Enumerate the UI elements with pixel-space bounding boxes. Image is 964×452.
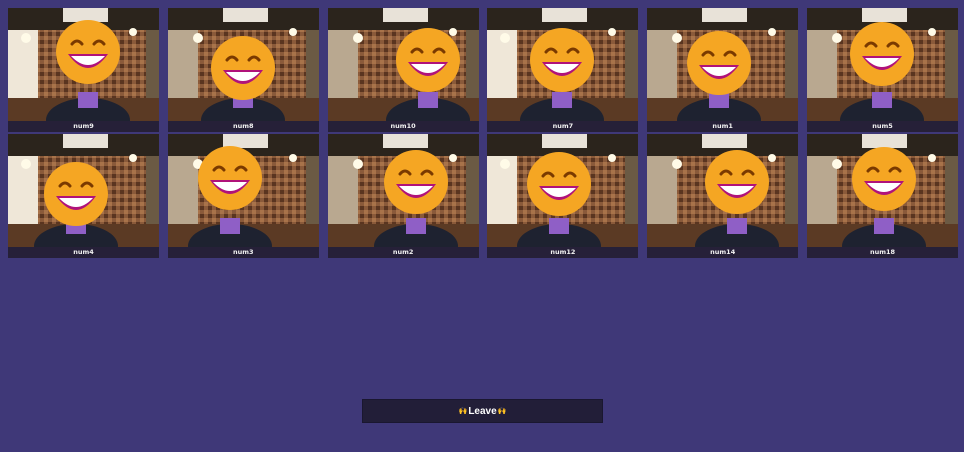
participant-video bbox=[8, 134, 159, 248]
participant-tile[interactable]: num12 bbox=[487, 134, 639, 258]
participant-video bbox=[167, 8, 319, 122]
participant-tile[interactable]: num10 bbox=[327, 8, 479, 132]
participant-name: num10 bbox=[327, 121, 479, 132]
participant-video bbox=[647, 134, 799, 248]
video-call-app: num9 num8 num10 num7 num1 num5 num4 num3… bbox=[0, 0, 964, 452]
participant-video bbox=[487, 134, 639, 248]
grinning-face-icon bbox=[44, 162, 108, 226]
grinning-face-icon bbox=[197, 146, 262, 210]
participant-name: num12 bbox=[487, 247, 639, 258]
participant-tile[interactable]: num3 bbox=[167, 134, 319, 258]
participant-name: num3 bbox=[167, 247, 319, 258]
grinning-face-icon bbox=[705, 150, 770, 214]
leave-label: Leave bbox=[468, 405, 497, 417]
grinning-face-icon bbox=[395, 28, 460, 92]
participant-name: num2 bbox=[327, 247, 479, 258]
participant-video bbox=[327, 8, 479, 122]
participant-tile[interactable]: num18 bbox=[807, 134, 958, 258]
participant-name: num7 bbox=[487, 121, 639, 132]
participant-video bbox=[487, 8, 639, 122]
participant-video bbox=[167, 134, 319, 248]
participant-name: num4 bbox=[8, 247, 159, 258]
participant-name: num14 bbox=[647, 247, 799, 258]
participant-video bbox=[8, 8, 159, 122]
raised-hands-icon: 🙌 bbox=[497, 408, 507, 415]
participant-video bbox=[807, 8, 958, 122]
grinning-face-icon bbox=[210, 36, 275, 100]
participant-tile[interactable]: num2 bbox=[327, 134, 479, 258]
participant-name: num18 bbox=[807, 247, 958, 258]
grinning-face-icon bbox=[687, 31, 752, 95]
participant-name: num9 bbox=[8, 121, 159, 132]
grinning-face-icon bbox=[530, 28, 595, 92]
participant-name: num5 bbox=[807, 121, 958, 132]
participant-tile[interactable]: num7 bbox=[487, 8, 639, 132]
participant-tile[interactable]: num5 bbox=[807, 8, 958, 132]
participant-tile[interactable]: num9 bbox=[8, 8, 159, 132]
grinning-face-icon bbox=[383, 150, 448, 214]
grinning-face-icon bbox=[852, 147, 916, 211]
raised-hands-icon: 🙌 bbox=[458, 408, 468, 415]
participant-tile[interactable]: num14 bbox=[647, 134, 799, 258]
grinning-face-icon bbox=[527, 152, 592, 216]
leave-button[interactable]: 🙌 Leave 🙌 bbox=[362, 399, 603, 423]
participant-tile[interactable]: num4 bbox=[8, 134, 159, 258]
participant-tile[interactable]: num1 bbox=[647, 8, 799, 132]
participant-video bbox=[807, 134, 958, 248]
participant-name: num1 bbox=[647, 121, 799, 132]
participant-video bbox=[647, 8, 799, 122]
participant-video bbox=[327, 134, 479, 248]
participant-tile[interactable]: num8 bbox=[167, 8, 319, 132]
participant-name: num8 bbox=[167, 121, 319, 132]
grinning-face-icon bbox=[850, 22, 914, 86]
grinning-face-icon bbox=[56, 20, 120, 84]
